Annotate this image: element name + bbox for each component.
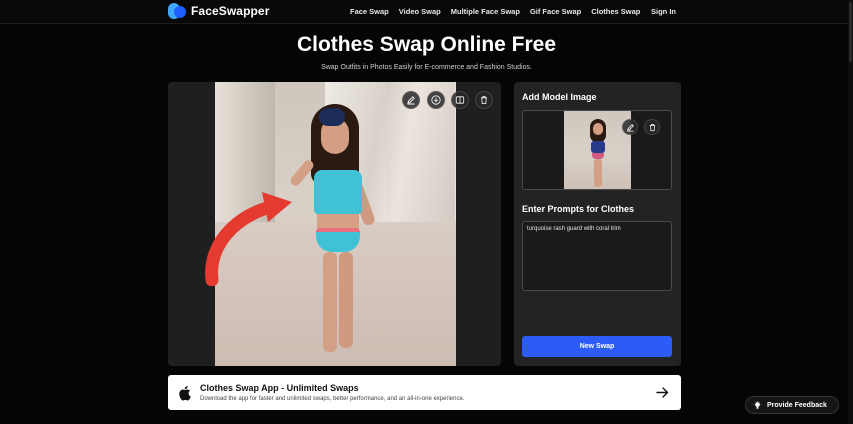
- trash-icon: [481, 96, 487, 104]
- delete-model-button[interactable]: [644, 119, 660, 135]
- red-arrow-icon: [205, 192, 292, 286]
- model-image-upload[interactable]: [522, 110, 672, 190]
- arrow-right-icon[interactable]: [656, 386, 669, 399]
- edit-icon: [626, 123, 634, 132]
- edit-icon: [407, 96, 415, 105]
- brand-logo[interactable]: FaceSwapper: [168, 2, 269, 20]
- page-title: Clothes Swap Online Free: [296, 33, 557, 56]
- compare-icon: [455, 96, 465, 104]
- nav-link-face-swap[interactable]: Face Swap: [350, 7, 389, 16]
- download-icon: [431, 95, 441, 105]
- download-button[interactable]: [427, 91, 445, 109]
- nav-link-video-swap[interactable]: Video Swap: [399, 7, 441, 16]
- input-side-panel: Add Model Image Enter Prompts for Clothe…: [514, 82, 681, 366]
- feedback-label: Provide Feedback: [767, 401, 827, 409]
- lightbulb-icon: [753, 400, 762, 409]
- nav-links: Face Swap Video Swap Multiple Face Swap …: [350, 7, 640, 16]
- banner-subtitle: Download the app for faster and unlimite…: [200, 396, 465, 402]
- clothes-prompt-input[interactable]: [522, 221, 672, 291]
- sign-in-link[interactable]: Sign In: [651, 7, 676, 16]
- prompt-label: Enter Prompts for Clothes: [522, 204, 635, 214]
- model-thumbnail: [564, 111, 631, 189]
- nav-link-clothes-swap[interactable]: Clothes Swap: [591, 7, 640, 16]
- result-preview-panel: [168, 82, 501, 366]
- top-nav: FaceSwapper Face Swap Video Swap Multipl…: [0, 0, 853, 24]
- page-subtitle: Swap Outfits in Photos Easily for E-comm…: [321, 64, 532, 71]
- apple-icon: [179, 386, 191, 401]
- faceswapper-logo-icon: [168, 2, 186, 20]
- model-image-label: Add Model Image: [522, 92, 597, 102]
- nav-link-multiple-face-swap[interactable]: Multiple Face Swap: [451, 7, 520, 16]
- app-download-banner[interactable]: Clothes Swap App - Unlimited Swaps Downl…: [168, 375, 681, 410]
- trash-icon: [649, 123, 655, 131]
- compare-button[interactable]: [451, 91, 469, 109]
- nav-link-gif-face-swap[interactable]: Gif Face Swap: [530, 7, 581, 16]
- edit-model-button[interactable]: [622, 119, 638, 135]
- banner-title: Clothes Swap App - Unlimited Swaps: [200, 383, 359, 393]
- provide-feedback-button[interactable]: Provide Feedback: [745, 396, 839, 414]
- delete-result-button[interactable]: [475, 91, 493, 109]
- brand-name: FaceSwapper: [191, 4, 270, 18]
- new-swap-button[interactable]: New Swap: [522, 336, 672, 357]
- edit-result-button[interactable]: [402, 91, 420, 109]
